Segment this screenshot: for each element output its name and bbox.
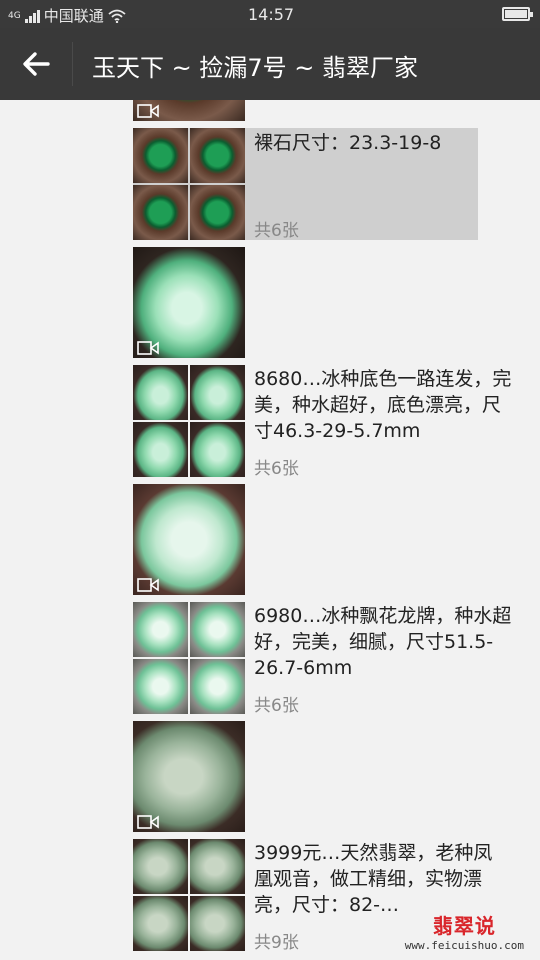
app-bar: 玉天下 ~ 捡漏7号 ~ 翡翠厂家 — [0, 28, 540, 100]
jade-thumbnail[interactable] — [133, 839, 188, 894]
list-item[interactable] — [133, 839, 245, 951]
network-type: 4G — [8, 10, 21, 21]
photo-count: 共6张 — [254, 459, 299, 479]
photo-count: 共6张 — [254, 696, 299, 716]
jade-thumbnail[interactable] — [133, 659, 188, 714]
page-title: 玉天下 ~ 捡漏7号 ~ 翡翠厂家 — [92, 54, 419, 82]
jade-thumbnail[interactable] — [133, 128, 188, 183]
back-arrow-icon[interactable] — [18, 46, 54, 82]
jade-thumbnail[interactable] — [190, 659, 245, 714]
jade-thumbnail[interactable] — [133, 365, 188, 420]
signal-icon — [24, 9, 40, 23]
post-caption: 裸石尺寸：23.3-19-8 — [254, 132, 442, 154]
video-icon — [137, 104, 159, 118]
watermark-brand: 翡翠说 — [432, 914, 496, 938]
watermark: 翡翠说 www.feicuishuo.com — [405, 910, 524, 952]
video-icon — [137, 578, 159, 592]
post-caption: 3999元…天然翡翠，老种凤凰观音，做工精细，实物漂亮，尺寸：82-… — [254, 842, 493, 916]
wifi-icon — [108, 9, 126, 23]
jade-thumbnail[interactable] — [133, 185, 188, 240]
list-item[interactable] — [133, 247, 245, 359]
post-caption: 8680…冰种底色一路连发，完美，种水超好，底色漂亮，尺寸46.3-29-5.7… — [254, 368, 512, 442]
status-bar: 4G 中国联通 14:57 — [0, 0, 540, 28]
jade-thumbnail[interactable] — [190, 896, 245, 951]
list-item[interactable] — [133, 100, 245, 122]
list-item[interactable] — [133, 484, 245, 596]
jade-thumbnail[interactable] — [190, 422, 245, 477]
app-bar-divider — [72, 42, 73, 86]
photo-count: 共6张 — [254, 221, 299, 241]
watermark-site: www.feicuishuo.com — [404, 939, 524, 952]
list-item[interactable] — [133, 128, 245, 240]
jade-thumbnail[interactable] — [133, 422, 188, 477]
jade-thumbnail[interactable] — [190, 128, 245, 183]
jade-thumbnail[interactable] — [190, 839, 245, 894]
jade-thumbnail[interactable] — [133, 896, 188, 951]
clock: 14:57 — [248, 5, 295, 24]
media-feed[interactable]: 裸石尺寸：23.3-19-8 共6张 8680…冰种底色一路连发，完美，种水超好… — [0, 100, 540, 960]
video-icon — [137, 341, 159, 355]
photo-count: 共9张 — [254, 933, 299, 953]
list-item[interactable] — [133, 602, 245, 714]
list-item[interactable] — [133, 365, 245, 477]
post-caption: 6980…冰种飘花龙牌，种水超好，完美，细腻，尺寸51.5-26.7-6mm — [254, 605, 512, 679]
video-icon — [137, 815, 159, 829]
jade-thumbnail[interactable] — [190, 602, 245, 657]
jade-thumbnail[interactable] — [190, 185, 245, 240]
carrier-name: 中国联通 — [43, 7, 104, 25]
list-item[interactable] — [133, 721, 245, 833]
jade-thumbnail[interactable] — [190, 365, 245, 420]
jade-thumbnail[interactable] — [133, 602, 188, 657]
battery-icon — [502, 7, 533, 21]
